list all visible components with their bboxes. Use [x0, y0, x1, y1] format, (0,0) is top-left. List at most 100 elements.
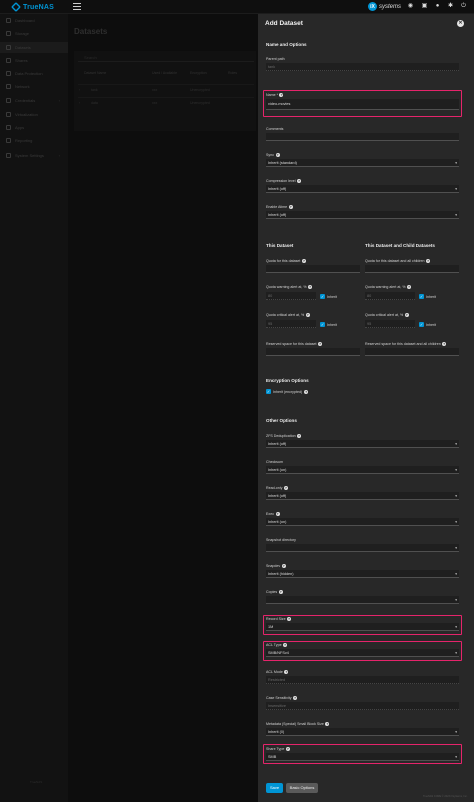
ix-logo-icon: iX: [368, 2, 377, 11]
help-icon[interactable]: ?: [275, 512, 280, 516]
quota-warn-input[interactable]: 80: [266, 292, 316, 300]
quota-child-label: Quota for this dataset and all children?: [365, 259, 431, 263]
acl-mode-select: Restricted: [266, 676, 459, 684]
help-icon[interactable]: ?: [407, 285, 412, 289]
sidebar-item-credentials[interactable]: Credentials ›: [0, 95, 68, 106]
table-row[interactable]: › tank xxx Unencrypted: [78, 84, 254, 95]
sidebar-item-virtualization[interactable]: Virtualization: [0, 109, 68, 120]
quota-crit-input[interactable]: 95: [266, 320, 316, 328]
ixsystems-brand[interactable]: iX systems: [368, 2, 401, 11]
child-quota-warn-inherit-checkbox[interactable]: ✓ Inherit: [419, 294, 436, 299]
save-button[interactable]: Save: [266, 783, 283, 793]
copies-select[interactable]: ▾: [266, 596, 459, 604]
help-icon[interactable]: ?: [301, 259, 306, 263]
help-icon[interactable]: ?: [279, 93, 284, 97]
sidebar-item-shares[interactable]: Shares: [0, 55, 68, 66]
help-icon[interactable]: ?: [304, 389, 309, 394]
close-icon[interactable]: ✕: [457, 20, 464, 27]
help-icon[interactable]: ?: [426, 259, 431, 263]
help-icon[interactable]: ?: [404, 313, 409, 317]
metadata-block-select[interactable]: Inherit (0) ▾: [266, 728, 459, 736]
help-icon[interactable]: ?: [325, 722, 330, 726]
sidebar-item-storage[interactable]: Storage: [0, 28, 68, 39]
help-icon[interactable]: ?: [293, 696, 298, 700]
help-icon[interactable]: ?: [278, 590, 283, 594]
menu-toggle-icon[interactable]: [73, 3, 81, 10]
quota-crit-inherit-checkbox[interactable]: ✓ Inherit: [320, 322, 337, 327]
reserved-child-input[interactable]: [365, 348, 459, 356]
atime-label: Enable Atime?: [266, 205, 293, 209]
acl-mode-label: ACL Mode?: [266, 670, 289, 674]
sidebar-item-system-settings[interactable]: System Settings ›: [0, 150, 68, 161]
help-icon[interactable]: ?: [287, 617, 292, 621]
help-icon[interactable]: ?: [281, 564, 286, 568]
help-icon[interactable]: ?: [318, 342, 323, 346]
help-icon[interactable]: ?: [308, 285, 313, 289]
datasets-search-input[interactable]: Search: [78, 54, 254, 62]
encryption-inherit-checkbox[interactable]: ✓ Inherit (encrypted)?: [266, 389, 309, 394]
expand-icon[interactable]: ›: [79, 101, 80, 105]
child-quota-crit-label: Quota critical alert at, %?: [365, 313, 409, 317]
help-icon[interactable]: ?: [442, 342, 447, 346]
table-row[interactable]: › data xxx Unencrypted: [78, 97, 254, 108]
truecommand-icon[interactable]: ◉: [407, 3, 414, 10]
encryption-title: Encryption Options: [266, 378, 309, 383]
help-icon[interactable]: ?: [285, 747, 290, 751]
help-icon[interactable]: ?: [284, 670, 289, 674]
name-input[interactable]: video-movies: [266, 99, 459, 110]
sync-select[interactable]: Inherit (standard) ▾: [266, 159, 459, 167]
sync-label: Sync?: [266, 153, 280, 157]
quota-this-label: Quota for this dataset?: [266, 259, 306, 263]
basic-options-button[interactable]: Basic Options: [286, 783, 318, 793]
this-dataset-title: This Dataset: [266, 243, 294, 248]
help-icon[interactable]: ?: [283, 643, 288, 647]
record-size-select[interactable]: 1M ▾: [266, 623, 459, 631]
child-quota-warn-input[interactable]: 80: [365, 292, 415, 300]
help-icon[interactable]: ?: [297, 434, 302, 438]
column-header: Dataset Name: [84, 71, 107, 75]
sidebar-item-datasets[interactable]: Datasets: [0, 42, 68, 53]
help-icon[interactable]: ?: [275, 153, 280, 157]
share-type-select[interactable]: SMB ▾: [266, 753, 459, 761]
sidebar: Dashboard Storage Datasets Shares Data Prote…: [0, 14, 68, 802]
snapdir-select[interactable]: ▾: [266, 544, 459, 552]
quota-warn-inherit-checkbox[interactable]: ✓ Inherit: [320, 294, 337, 299]
chevron-down-icon: ▾: [455, 161, 457, 165]
sidebar-item-dashboard[interactable]: Dashboard: [0, 15, 68, 26]
readonly-label: Read-only?: [266, 486, 288, 490]
atime-select[interactable]: Inherit (off) ▾: [266, 211, 459, 219]
reserved-child-label: Reserved space for this dataset and all …: [365, 342, 447, 346]
help-icon[interactable]: ?: [288, 205, 293, 209]
snapdev-select[interactable]: Inherit (hidden) ▾: [266, 570, 459, 578]
sidebar-item-apps[interactable]: Apps: [0, 122, 68, 133]
exec-select[interactable]: Inherit (on) ▾: [266, 518, 459, 526]
sidebar-item-network[interactable]: Network: [0, 81, 68, 92]
help-icon[interactable]: ?: [297, 179, 302, 183]
jobs-icon[interactable]: ▣: [421, 3, 428, 10]
readonly-select[interactable]: Inherit (off) ▾: [266, 492, 459, 500]
acl-type-select[interactable]: SMB/NFSv4 ▾: [266, 649, 459, 657]
quota-child-input[interactable]: [365, 265, 459, 273]
settings-gear-icon[interactable]: ✱: [447, 3, 454, 10]
chevron-down-icon: ▾: [455, 442, 457, 446]
zfs-dedup-select[interactable]: Inherit (off) ▾: [266, 440, 459, 448]
sidebar-item-reporting[interactable]: Reporting: [0, 135, 68, 146]
compression-select[interactable]: Inherit (off) ▾: [266, 185, 459, 193]
comments-input[interactable]: [266, 133, 459, 141]
dataset-name: data: [91, 101, 98, 105]
notifications-bell-icon[interactable]: ●: [434, 3, 441, 10]
chevron-right-icon: ›: [58, 98, 60, 103]
expand-icon[interactable]: ›: [79, 88, 80, 92]
child-quota-crit-inherit-checkbox[interactable]: ✓ Inherit: [419, 322, 436, 327]
checkbox-checked-icon: ✓: [419, 322, 424, 327]
reserved-this-input[interactable]: [266, 348, 360, 356]
truenas-logo[interactable]: TrueNAS: [11, 2, 54, 12]
help-icon[interactable]: ?: [305, 313, 310, 317]
help-icon[interactable]: ?: [283, 486, 288, 490]
sidebar-item-data-protection[interactable]: Data Protection: [0, 68, 68, 79]
quota-this-input[interactable]: [266, 265, 360, 273]
checksum-select[interactable]: Inherit (on) ▾: [266, 466, 459, 474]
child-quota-crit-input[interactable]: 95: [365, 320, 415, 328]
sidebar-item-label: Dashboard: [15, 18, 35, 23]
power-icon[interactable]: ⏻: [460, 3, 467, 10]
